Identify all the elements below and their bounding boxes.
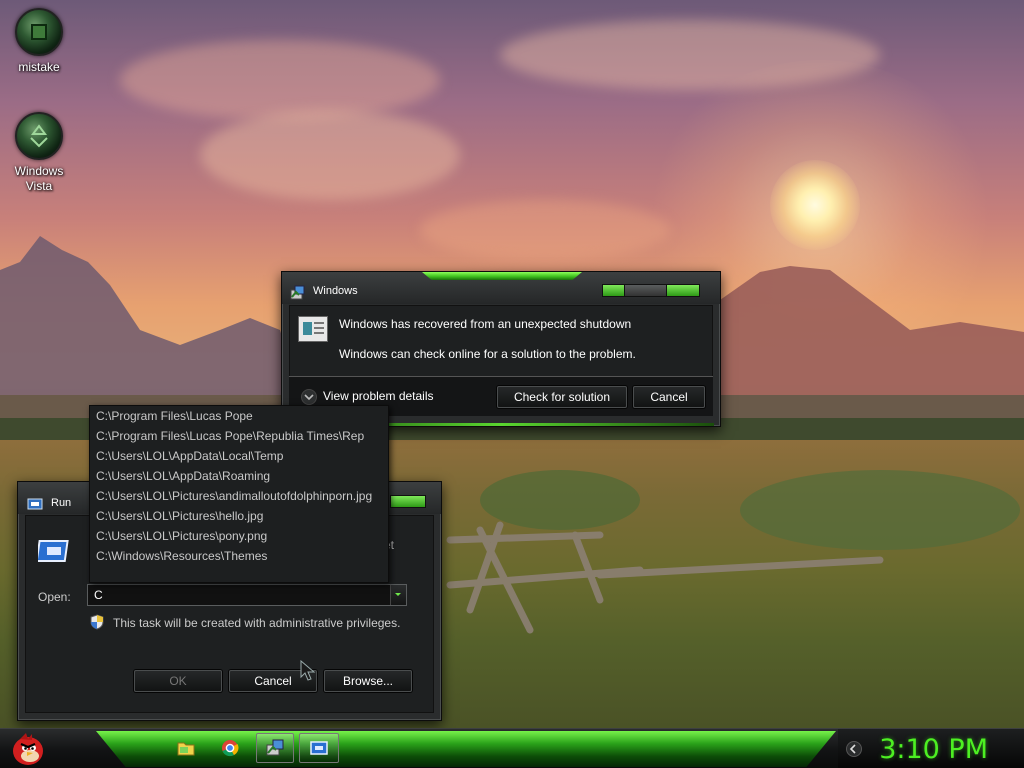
ok-button[interactable]: OK [134,670,222,692]
desktop-icon-mistake[interactable]: mistake [1,8,77,75]
shield-icon [89,614,105,630]
maximize-button[interactable] [625,285,667,296]
taskbar-clock[interactable]: 3:10 PM [879,734,988,765]
cancel-button[interactable]: Cancel [633,386,705,408]
start-button[interactable] [8,731,48,767]
desktop-icon-windows-vista[interactable]: Windows Vista [1,112,77,194]
window-controls[interactable] [390,495,426,508]
taskbar-item-chrome[interactable] [214,733,246,763]
run-icon [310,741,328,755]
check-for-solution-button[interactable]: Check for solution [497,386,627,408]
dropdown-arrow-icon[interactable] [390,585,406,605]
chevron-down-icon[interactable] [301,389,317,405]
autocomplete-item[interactable]: C:\Users\LOL\Pictures\pony.png [90,526,388,546]
run-program-icon [35,538,70,564]
show-hidden-icons-icon[interactable] [846,741,862,757]
open-label: Open: [38,590,71,604]
close-button[interactable] [667,285,699,296]
autocomplete-item[interactable]: C:\Program Files\Lucas Pope [90,406,388,426]
error-report-icon [266,739,284,756]
minimize-button[interactable] [603,285,625,296]
cursor-icon [300,659,316,684]
autocomplete-item[interactable]: C:\Windows\Resources\Themes [90,546,388,566]
view-problem-details-link[interactable]: View problem details [323,389,434,403]
green-orb-icon [15,8,63,56]
error-submessage: Windows can check online for a solution … [339,347,636,361]
error-report-icon [289,285,305,301]
close-button[interactable] [391,496,425,507]
recycle-bin-icon [15,112,63,160]
angry-bird-icon [13,733,43,765]
desktop-icon-label: Windows Vista [14,164,64,193]
folder-icon [177,742,195,756]
taskbar-item-error-report[interactable] [256,733,294,763]
taskbar: 3:10 PM [0,728,1024,768]
error-dialog-title: Windows [313,285,358,297]
run-icon [27,497,43,511]
autocomplete-item[interactable]: C:\Users\LOL\Pictures\andimalloutofdolph… [90,486,388,506]
window-controls[interactable] [602,284,700,297]
taskbar-item-folder[interactable] [170,733,202,763]
titlebar-glow [422,272,582,280]
desktop-icon-label: mistake [18,60,60,74]
autocomplete-item[interactable]: C:\Program Files\Lucas Pope\Republia Tim… [90,426,388,446]
chrome-icon [222,740,239,757]
open-input-value: C [94,588,103,602]
error-message: Windows has recovered from an unexpected… [339,317,632,331]
taskbar-glow [96,731,836,767]
autocomplete-item[interactable]: C:\Users\LOL\AppData\Local\Temp [90,446,388,466]
document-icon [298,316,328,342]
taskbar-item-run[interactable] [299,733,339,763]
autocomplete-item[interactable]: C:\Users\LOL\AppData\Roaming [90,466,388,486]
autocomplete-item[interactable]: C:\Users\LOL\Pictures\hello.jpg [90,506,388,526]
autocomplete-list: C:\Program Files\Lucas Pope C:\Program F… [89,405,389,583]
error-dialog: Windows Windows has recovered from an un… [281,271,721,427]
browse-button[interactable]: Browse... [324,670,412,692]
run-dialog-title: Run [51,497,72,509]
admin-note: This task will be created with administr… [113,616,401,630]
open-input[interactable]: C [87,584,407,606]
